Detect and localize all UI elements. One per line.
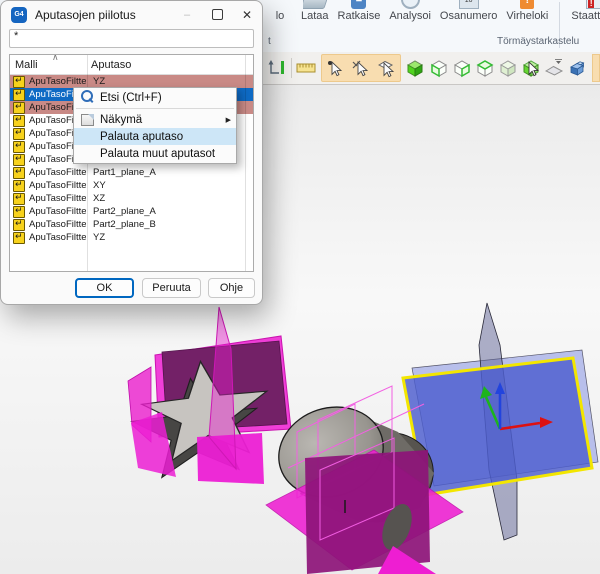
menu-item-palauta-aputaso[interactable]: Palauta aputaso — [74, 128, 236, 145]
part-number-icon — [457, 0, 481, 9]
plane-filter-icon — [13, 128, 25, 140]
filter-input[interactable] — [9, 29, 254, 48]
ribbon-button-virheloki[interactable]: Virheloki — [506, 0, 548, 22]
ribbon-button-lataa[interactable]: Lataa — [301, 0, 329, 22]
ruler-icon[interactable] — [295, 55, 317, 81]
ribbon-button-label: Staattinen — [571, 10, 600, 22]
plane-filter-icon — [13, 167, 25, 179]
cell-aputaso: YZ — [86, 232, 105, 243]
cell-aputaso: XZ — [86, 193, 105, 204]
ribbon-button-label: Osanumero — [440, 10, 497, 22]
plane-filter-icon — [13, 219, 25, 231]
cell-malli: ApuTasoFiltteri... — [29, 206, 86, 217]
ribbon-group-label-partial: t — [268, 36, 271, 47]
solve-icon — [347, 0, 371, 9]
ribbon-button-label: Analysoi — [389, 10, 431, 22]
ribbon-button-staattinen[interactable]: Staattinen — [571, 0, 600, 22]
plane-filter-icon — [13, 115, 25, 127]
plane-view-icon[interactable] — [543, 55, 565, 81]
plane-filter-icon — [13, 102, 25, 114]
search-icon — [81, 90, 93, 102]
table-row[interactable]: ApuTasoFiltteri...XZ — [10, 192, 253, 205]
menu-item-nakyma[interactable]: Näkymä — [74, 111, 236, 128]
plane-filter-icon — [13, 180, 25, 192]
snap-mode-group — [321, 54, 401, 82]
cube-select-icon[interactable] — [520, 55, 542, 81]
table-header[interactable]: Malli Aputaso — [10, 55, 253, 75]
snap-face-icon[interactable] — [374, 55, 399, 81]
snap-edge-icon[interactable] — [348, 55, 373, 81]
table-row[interactable]: ApuTasoFiltteri...Part1_plane_A — [10, 166, 253, 179]
plane-filter-icon — [13, 206, 25, 218]
cube-face-front-icon[interactable] — [427, 55, 449, 81]
plane-filter-icon — [13, 193, 25, 205]
ribbon-button-ratkaise[interactable]: Ratkaise — [338, 0, 381, 22]
cell-malli: ApuTasoFiltteri... — [29, 76, 86, 87]
load-icon — [303, 0, 327, 9]
column-header-malli[interactable]: Malli — [15, 59, 38, 71]
cell-malli: ApuTasoFiltteri... — [29, 180, 86, 191]
context-menu: Etsi (Ctrl+F) NäkymäPalauta aputasoPalaut… — [73, 87, 237, 164]
ribbon-button-label: Virheloki — [506, 10, 548, 22]
view-icon — [81, 114, 94, 126]
column-divider — [245, 55, 246, 271]
cell-aputaso: Part1_plane_A — [86, 167, 156, 178]
table-row[interactable]: ApuTasoFiltteri...Part2_plane_A — [10, 205, 253, 218]
maximize-button-icon[interactable] — [202, 1, 232, 28]
orbit-icon[interactable] — [265, 55, 287, 81]
menu-separator — [76, 108, 234, 109]
snap-point-icon[interactable] — [322, 55, 347, 81]
submenu-arrow-icon — [226, 116, 231, 124]
ribbon-group-label-collision: Törmäystarkastelu — [497, 36, 579, 47]
ribbon-button-partial-left[interactable]: lo — [268, 0, 292, 22]
table-row[interactable]: ApuTasoFiltteri...Part2_plane_B — [10, 218, 253, 231]
cube-shaded-icon[interactable] — [404, 55, 426, 81]
star-solid-group[interactable] — [128, 307, 291, 484]
cell-aputaso: XY — [86, 180, 106, 191]
cell-malli: ApuTasoFiltteri... — [29, 232, 86, 243]
ribbon-button-osanumero[interactable]: Osanumero — [440, 0, 497, 22]
plane-filter-icon — [13, 154, 25, 166]
cell-malli: ApuTasoFiltteri... — [29, 167, 86, 178]
ribbon-button-analysoi[interactable]: Analysoi — [389, 0, 431, 22]
minimize-button-icon[interactable] — [172, 1, 202, 28]
ok-button[interactable]: OK — [75, 278, 134, 298]
toolbar-separator — [291, 58, 292, 78]
cell-aputaso: Part2_plane_B — [86, 219, 156, 230]
sort-ascending-icon — [52, 54, 59, 63]
isometric-view-icon[interactable] — [567, 55, 589, 81]
cell-malli: ApuTasoFiltteri... — [29, 219, 86, 230]
ribbon-button-label: lo — [276, 10, 285, 22]
collision-static-icon — [584, 0, 600, 9]
menu-item-etsi[interactable]: Etsi (Ctrl+F) — [74, 89, 236, 106]
cell-malli: ApuTasoFiltteri... — [29, 193, 86, 204]
app-icon: G4 — [11, 7, 27, 23]
help-button[interactable]: Ohje — [208, 278, 255, 298]
ribbon-button-label: Ratkaise — [338, 10, 381, 22]
close-button-icon[interactable] — [232, 1, 262, 28]
plane-filter-icon — [13, 76, 25, 88]
dialog-title: Aputasojen piilotus — [35, 8, 136, 22]
menu-item-palauta-muut-aputasot[interactable]: Palauta muut aputasot — [74, 145, 236, 162]
cube-face-side-icon[interactable] — [451, 55, 473, 81]
partial-tan-icon[interactable] — [592, 54, 600, 82]
cell-aputaso: Part2_plane_A — [86, 206, 156, 217]
cancel-button[interactable]: Peruuta — [142, 278, 201, 298]
plane-filter-icon — [13, 89, 25, 101]
plane-filter-icon — [13, 232, 25, 244]
cube-face-top-icon[interactable] — [474, 55, 496, 81]
cell-aputaso: YZ — [86, 76, 105, 87]
analyze-icon — [398, 0, 422, 9]
error-log-icon — [515, 0, 539, 9]
column-header-aputaso[interactable]: Aputaso — [91, 59, 131, 71]
table-row[interactable]: ApuTasoFiltteri...YZ — [10, 231, 253, 244]
plane-filter-icon — [13, 141, 25, 153]
cube-light-icon[interactable] — [497, 55, 519, 81]
table-row[interactable]: ApuTasoFiltteri...XY — [10, 179, 253, 192]
dialog-titlebar[interactable]: G4 Aputasojen piilotus — [1, 1, 262, 28]
ribbon-button-label: Lataa — [301, 10, 329, 22]
